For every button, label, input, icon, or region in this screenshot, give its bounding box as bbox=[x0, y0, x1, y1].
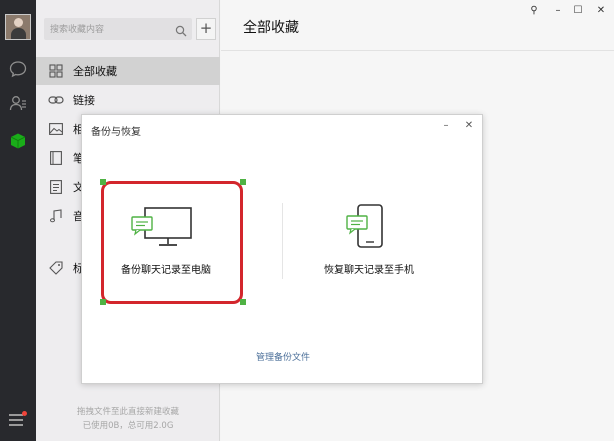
sidebar-item-label: 链接 bbox=[73, 94, 95, 107]
dialog-close-button[interactable]: ✕ bbox=[462, 119, 476, 133]
menu-bar bbox=[9, 424, 23, 426]
nav-rail bbox=[0, 0, 36, 441]
link-icon bbox=[48, 92, 64, 108]
header-divider bbox=[221, 50, 614, 51]
page-title: 全部收藏 bbox=[243, 20, 299, 36]
menu-bar bbox=[9, 414, 23, 416]
menu-icon[interactable] bbox=[7, 410, 29, 428]
tag-icon bbox=[48, 260, 64, 276]
add-favorite-button[interactable]: + bbox=[196, 18, 216, 40]
annotation-highlight-box bbox=[101, 181, 243, 304]
search-input[interactable]: 搜索收藏内容 bbox=[50, 22, 104, 35]
notification-dot bbox=[22, 411, 27, 416]
maximize-button[interactable]: ☐ bbox=[570, 4, 586, 18]
music-icon bbox=[48, 208, 64, 224]
avatar[interactable] bbox=[5, 14, 31, 40]
selection-corner bbox=[240, 299, 246, 305]
restore-to-phone-option[interactable]: 恢复聊天记录至手机 bbox=[302, 181, 462, 304]
favorites-cube-icon[interactable] bbox=[6, 129, 30, 153]
image-icon bbox=[48, 121, 64, 137]
dialog-title: 备份与恢复 bbox=[91, 127, 141, 138]
search-box[interactable]: 搜索收藏内容 bbox=[44, 18, 192, 40]
notebook-icon bbox=[48, 150, 64, 166]
sidebar-item-label: 全部收藏 bbox=[73, 65, 117, 78]
sidebar-item-links[interactable]: 链接 bbox=[36, 86, 220, 114]
grid-icon bbox=[48, 63, 64, 79]
dialog-minimize-button[interactable]: – bbox=[439, 119, 453, 133]
minimize-button[interactable]: – bbox=[550, 4, 566, 18]
pin-icon[interactable]: ⚲ bbox=[526, 4, 542, 18]
selection-corner bbox=[100, 299, 106, 305]
storage-usage-text: 已使用0B，总可用2.0G bbox=[82, 421, 174, 431]
avatar-head bbox=[14, 18, 23, 27]
sidebar-item-all-favorites[interactable]: 全部收藏 bbox=[36, 57, 220, 85]
selection-corner bbox=[100, 179, 106, 185]
restore-to-phone-label: 恢复聊天记录至手机 bbox=[324, 265, 414, 276]
manage-backup-files-link[interactable]: 管理备份文件 bbox=[82, 350, 484, 363]
backup-restore-dialog: 备份与恢复 – ✕ 备份聊天记录至电脑 恢复聊天记录至手机 管理备份文件 bbox=[81, 114, 483, 384]
selection-corner bbox=[240, 179, 246, 185]
menu-bar bbox=[9, 419, 23, 421]
search-icon[interactable] bbox=[175, 22, 187, 37]
options-divider bbox=[282, 203, 283, 279]
close-button[interactable]: ✕ bbox=[593, 4, 609, 18]
contacts-icon[interactable] bbox=[6, 91, 30, 115]
document-icon bbox=[48, 179, 64, 195]
avatar-body bbox=[11, 28, 26, 39]
drag-hint-text: 拖拽文件至此直接新建收藏 bbox=[76, 407, 179, 417]
phone-chat-icon bbox=[344, 203, 388, 255]
chat-bubble-icon[interactable] bbox=[6, 57, 30, 81]
